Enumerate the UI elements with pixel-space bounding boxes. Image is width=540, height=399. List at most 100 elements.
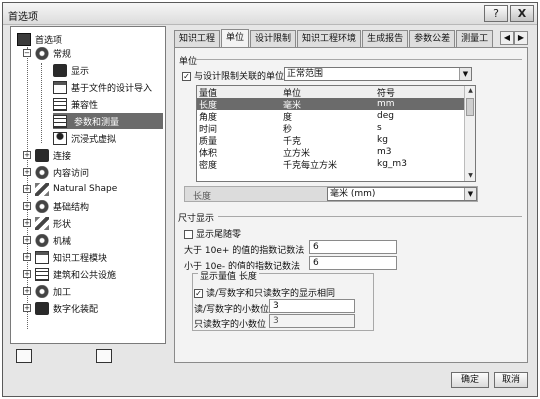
table-row[interactable]: 长度 毫米 mm xyxy=(197,98,475,111)
tab-design-limits[interactable]: 设计限制 xyxy=(250,30,297,47)
same-decimals-check[interactable]: ✓ xyxy=(194,289,203,298)
shape-icon xyxy=(35,216,49,230)
tree-item-infrastructure[interactable]: 基础结构 xyxy=(35,198,89,214)
table-scrollbar[interactable]: ▲ ▼ xyxy=(464,86,475,181)
tab-next-icon[interactable]: ▶ xyxy=(514,31,528,45)
user-settings-icon[interactable] xyxy=(16,349,32,363)
preferences-tree: 首选项 − 常规 显示 基于文件的设计导入 兼容性 参数和测量 沉浸式虚拟 + … xyxy=(10,26,166,344)
tree-item-label: 机械 xyxy=(53,236,72,247)
tab-parameter-tolerance[interactable]: 参数公差 xyxy=(409,30,456,47)
cell-unit: 千克每立方米 xyxy=(283,160,338,171)
tree-item-digital-mockup[interactable]: 数字化装配 xyxy=(35,300,98,316)
selected-quantity: 长度 xyxy=(193,192,212,202)
tree-item-label: 数字化装配 xyxy=(53,304,99,315)
connection-icon xyxy=(35,148,49,162)
expand-icon[interactable]: + xyxy=(23,168,31,176)
chevron-down-icon: ▼ xyxy=(459,68,471,80)
tree-item-display[interactable]: 显示 xyxy=(53,62,89,78)
expand-icon[interactable]: + xyxy=(23,202,31,210)
tree-item-label: 内容访问 xyxy=(53,168,90,179)
tab-prev-icon[interactable]: ◀ xyxy=(500,31,514,45)
parameters-icon xyxy=(53,114,67,128)
ro-decimals-label: 只读数字的小数位 xyxy=(194,320,267,330)
natural-shape-icon xyxy=(35,182,49,196)
expand-icon[interactable]: + xyxy=(23,219,31,227)
related-units-checkbox[interactable]: ✓ 与设计限制关联的单位 xyxy=(182,69,284,82)
expand-icon[interactable]: + xyxy=(23,236,31,244)
cancel-button[interactable]: 取消 xyxy=(494,372,528,388)
tree-item-machining[interactable]: 加工 xyxy=(35,283,71,299)
tab-units[interactable]: 单位 xyxy=(221,29,250,48)
tree-item-label: 连接 xyxy=(53,151,72,162)
expand-icon[interactable]: + xyxy=(23,287,31,295)
tree-connector xyxy=(41,63,42,143)
scroll-up-icon[interactable]: ▲ xyxy=(465,86,476,96)
related-units-dropdown[interactable]: 正常范围 ▼ xyxy=(284,67,472,81)
trailing-zeros-check[interactable] xyxy=(184,230,193,239)
tree-item-content-access[interactable]: 内容访问 xyxy=(35,164,89,180)
help-button[interactable]: ? xyxy=(484,5,508,22)
table-row[interactable]: 角度 度 deg xyxy=(197,110,475,123)
tree-item-label: 基础结构 xyxy=(53,202,90,213)
exp-large-label: 大于 10e+ 的值的指数记数法 xyxy=(184,246,305,256)
same-decimals-label: 读/写数字和只读数字的显示相同 xyxy=(206,289,336,299)
tree-item-connection[interactable]: 连接 xyxy=(35,147,71,163)
selected-unit-value: 毫米 (mm) xyxy=(330,189,376,199)
tree-item-architecture[interactable]: 建筑和公共设施 xyxy=(35,266,116,282)
units-group-separator xyxy=(196,59,522,60)
collapse-icon[interactable]: − xyxy=(23,49,31,57)
table-row[interactable]: 时间 秒 s xyxy=(197,122,475,135)
close-button[interactable]: X xyxy=(510,5,534,22)
tab-knowledge-environment[interactable]: 知识工程环境 xyxy=(297,30,362,47)
tab-knowledgeware[interactable]: 知识工程 xyxy=(174,30,221,47)
selected-unit-dropdown[interactable]: 毫米 (mm) ▼ xyxy=(327,187,477,201)
tree-item-shape[interactable]: 形状 xyxy=(35,215,71,231)
tab-bar: 知识工程 单位 设计限制 知识工程环境 生成报告 参数公差 测量工 xyxy=(174,29,494,48)
expand-icon[interactable]: + xyxy=(23,253,31,261)
tree-item-label: 显示 xyxy=(71,66,90,77)
units-table: 量值 单位 符号 长度 毫米 mm 角度 度 deg 时间 秒 s 质量 千克 … xyxy=(196,85,476,182)
same-decimals-checkbox[interactable]: ✓ 读/写数字和只读数字的显示相同 xyxy=(194,286,335,299)
dimension-group-separator xyxy=(218,216,522,217)
expand-icon[interactable]: + xyxy=(23,270,31,278)
content-access-icon xyxy=(35,165,49,179)
tree-item-label: 基于文件的设计导入 xyxy=(71,83,153,94)
tree-item-general[interactable]: 常规 xyxy=(35,45,71,61)
related-units-label: 与设计限制关联的单位 xyxy=(194,72,285,82)
exp-small-field[interactable]: 6 xyxy=(309,256,397,270)
digital-mockup-icon xyxy=(35,301,49,315)
chevron-down-icon: ▼ xyxy=(464,188,476,200)
tab-report-generation[interactable]: 生成报告 xyxy=(362,30,409,47)
scroll-down-icon[interactable]: ▼ xyxy=(465,171,476,181)
cell-symbol: s xyxy=(377,123,382,133)
rw-decimals-field[interactable]: 3 xyxy=(269,299,355,313)
tree-item-file-import[interactable]: 基于文件的设计导入 xyxy=(53,79,152,95)
exp-large-field[interactable]: 6 xyxy=(309,240,397,254)
table-row[interactable]: 质量 千克 kg xyxy=(197,134,475,147)
tree-item-natural-shape[interactable]: Natural Shape xyxy=(35,181,117,197)
mechanical-icon xyxy=(35,233,49,247)
scroll-thumb[interactable] xyxy=(466,98,474,116)
dimension-group-title: 尺寸显示 xyxy=(178,214,215,224)
tree-item-label: 首选项 xyxy=(35,35,63,46)
table-row[interactable]: 体积 立方米 m3 xyxy=(197,146,475,159)
tree-item-label: 形状 xyxy=(53,219,72,230)
tree-item-knowledgeware[interactable]: 知识工程模块 xyxy=(35,249,107,265)
ok-button[interactable]: 确定 xyxy=(451,372,489,388)
expand-icon[interactable]: + xyxy=(23,304,31,312)
expand-icon[interactable]: + xyxy=(23,151,31,159)
expand-icon[interactable]: + xyxy=(23,185,31,193)
tree-item-compatibility[interactable]: 兼容性 xyxy=(53,96,98,112)
tree-item-mechanical[interactable]: 机械 xyxy=(35,232,71,248)
compatibility-icon xyxy=(53,97,67,111)
tree-item-label: 兼容性 xyxy=(71,100,99,111)
tree-item-immersive[interactable]: 沉浸式虚拟 xyxy=(53,130,116,146)
title-bar: 首选项 ? X xyxy=(3,3,537,25)
admin-settings-icon[interactable] xyxy=(96,349,112,363)
tree-item-parameters-measure[interactable]: 参数和测量 xyxy=(53,113,163,129)
related-units-check[interactable]: ✓ xyxy=(182,72,191,81)
table-row[interactable]: 密度 千克每立方米 kg_m3 xyxy=(197,158,475,171)
trailing-zeros-checkbox[interactable]: 显示尾随零 xyxy=(184,227,241,240)
cell-symbol: mm xyxy=(377,99,395,109)
tab-measure-tools[interactable]: 测量工 xyxy=(456,30,494,47)
